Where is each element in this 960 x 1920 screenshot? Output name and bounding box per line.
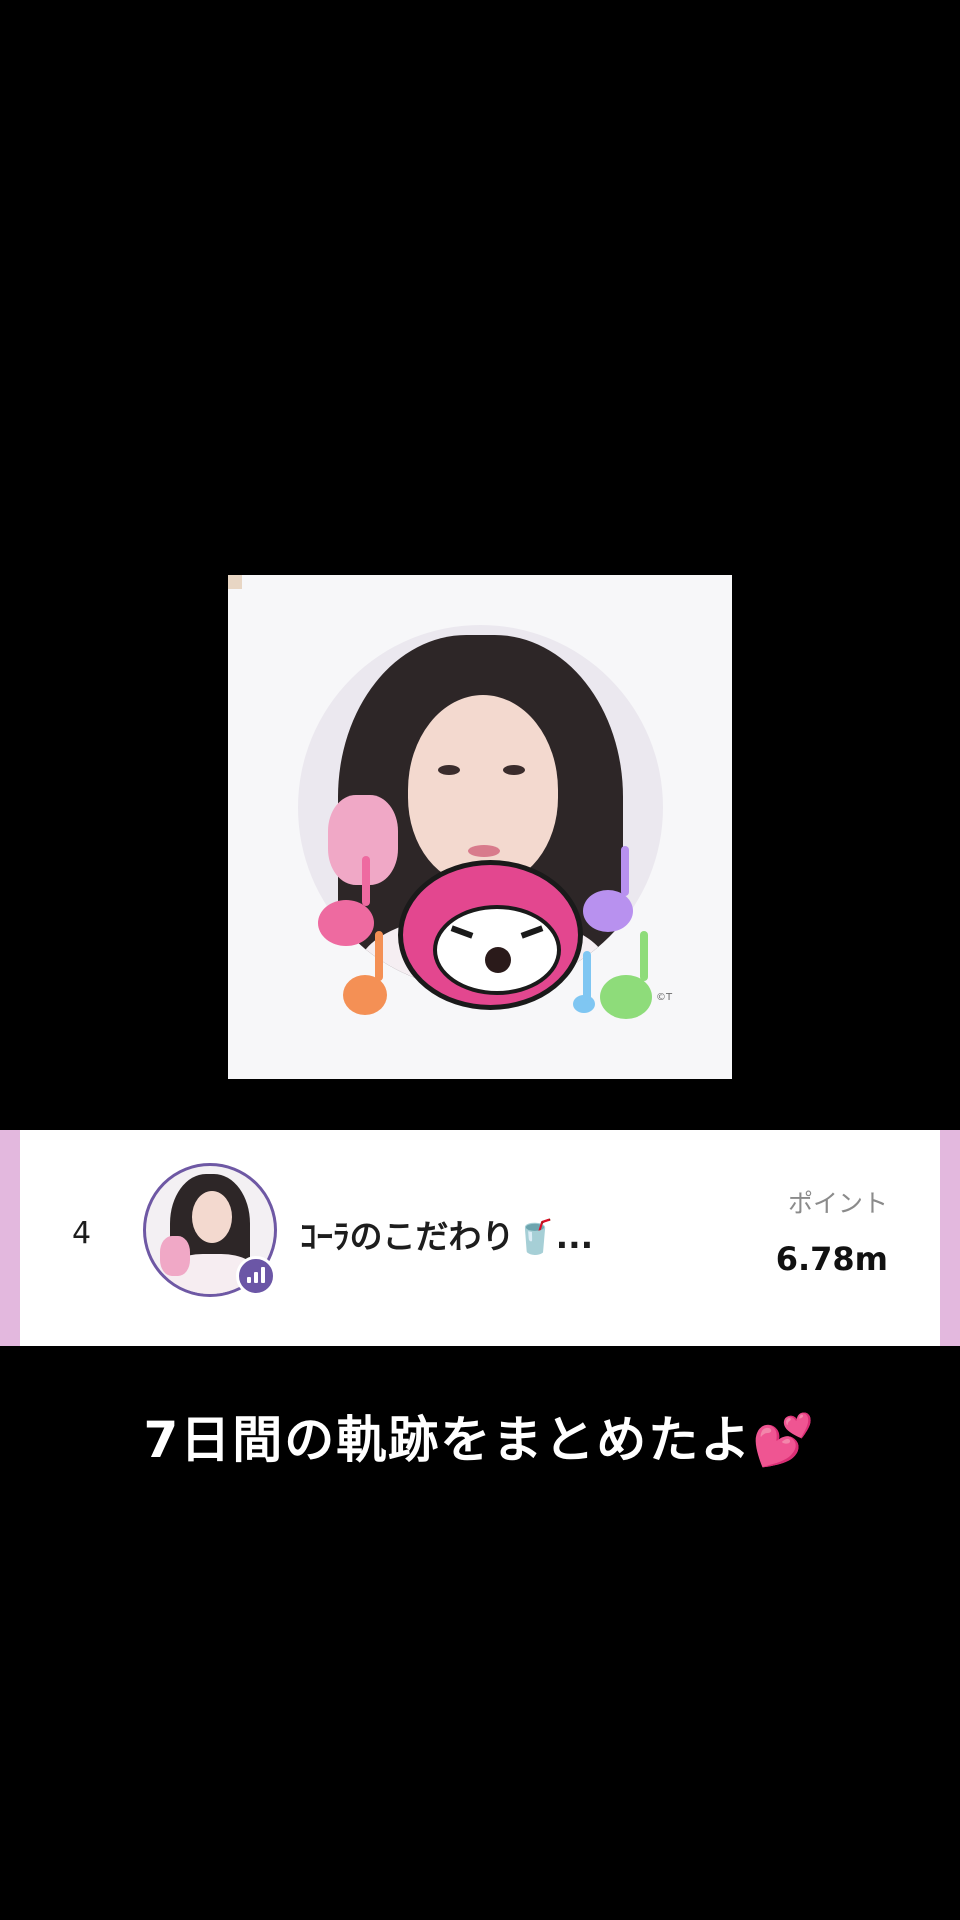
- live-bars-icon: [236, 1256, 276, 1296]
- side-stripe-left: [0, 1130, 20, 1346]
- mascot-character: [398, 860, 583, 1010]
- music-note-icon: [583, 846, 633, 932]
- copyright-mark: ©T: [656, 992, 673, 1003]
- card-edge-decoration: [228, 575, 242, 589]
- music-note-icon: [318, 856, 374, 946]
- music-note-icon: [343, 931, 387, 1015]
- ranking-row[interactable]: 4 ｺｰﾗのこだわり🥤... ポイント 6.78m: [0, 1130, 960, 1346]
- rank-number: 4: [72, 1216, 92, 1251]
- points-value: 6.78m: [775, 1240, 888, 1278]
- music-note-icon: [573, 951, 595, 1013]
- profile-image: ©T: [228, 575, 732, 1079]
- points-label: ポイント: [787, 1189, 888, 1218]
- video-caption: 7日間の軌跡をまとめたよ💕: [143, 1411, 817, 1469]
- music-note-icon: [600, 931, 652, 1019]
- creator-name[interactable]: ｺｰﾗのこだわり🥤...: [300, 1210, 593, 1258]
- side-stripe-right: [940, 1130, 960, 1346]
